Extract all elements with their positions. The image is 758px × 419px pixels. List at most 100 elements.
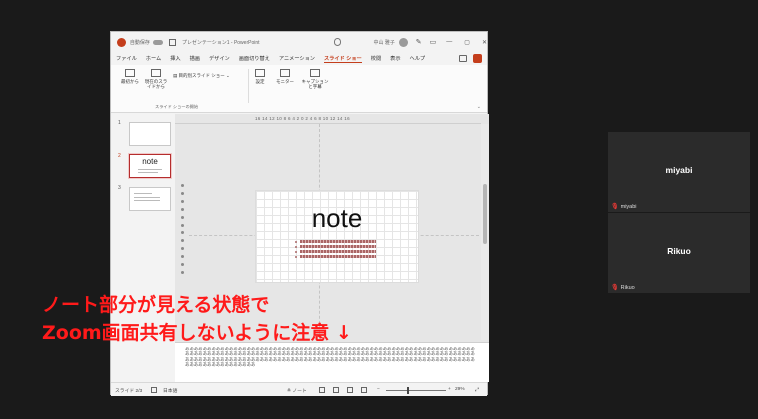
thumbnail-text-line <box>138 169 162 170</box>
warning-annotation-line-2: Zoom画面共有しないように注意 ↓ <box>42 322 352 344</box>
slide-bullet-line <box>300 250 376 253</box>
thumbnail-number: 1 <box>118 120 121 126</box>
tab-transitions[interactable]: 画面切り替え <box>239 55 270 62</box>
zoom-meeting-screen: 自動保存 プレゼンテーション1 - PowerPoint 中山 雅子 ✎ ▭ —… <box>0 0 758 419</box>
ribbon-tabs: ファイル ホーム 挿入 描画 デザイン 画面切り替え アニメーション スライド … <box>111 52 487 65</box>
monitor-button[interactable]: モニター <box>274 69 296 85</box>
from-beginning-label: 最初から <box>121 79 139 84</box>
bullet-icon <box>295 246 297 248</box>
zoom-level[interactable]: 29% <box>455 387 465 392</box>
maximize-icon[interactable]: ▢ <box>464 39 470 46</box>
thumbnail-number: 3 <box>118 185 121 191</box>
participant-name: miyabi <box>665 165 693 175</box>
powerpoint-logo-icon <box>117 37 126 47</box>
comment-icon[interactable] <box>459 55 467 62</box>
tab-design[interactable]: デザイン <box>209 55 230 62</box>
save-icon[interactable] <box>168 38 176 46</box>
from-beginning-button[interactable]: 最初から <box>119 69 141 85</box>
thumbnail-text-line <box>134 193 152 194</box>
pen-icon[interactable]: ✎ <box>416 38 422 46</box>
thumbnail-text-line <box>138 172 158 173</box>
minimize-icon[interactable]: — <box>446 39 452 46</box>
participant-name: Rikuo <box>667 246 691 256</box>
bullet-icon <box>295 256 297 258</box>
slide-bullet-line <box>300 240 376 243</box>
accessibility-icon[interactable] <box>151 387 157 393</box>
ruler-line <box>175 123 481 124</box>
slide-indicator: スライド 2/3 <box>115 389 143 394</box>
mic-muted-icon: 🎙︎ <box>611 204 619 210</box>
slide-sorter-icon[interactable] <box>333 387 339 393</box>
tab-home[interactable]: ホーム <box>146 55 161 62</box>
ribbon-divider <box>248 69 249 103</box>
from-current-button[interactable]: 現在のスライドから <box>143 69 169 89</box>
participant-tile-miyabi[interactable]: miyabi 🎙︎ miyabi <box>608 132 750 212</box>
record-icon[interactable] <box>473 54 482 63</box>
tab-file[interactable]: ファイル <box>116 55 137 62</box>
tab-insert[interactable]: 挿入 <box>170 55 180 62</box>
from-current-label: 現在のスライドから <box>144 79 168 89</box>
participant-label: 🎙︎ miyabi <box>611 203 637 211</box>
setup-icon <box>255 69 265 77</box>
avatar[interactable] <box>398 37 408 47</box>
slide-thumbnail-2[interactable]: note <box>128 153 172 179</box>
language-label[interactable]: 日本語 <box>163 387 177 394</box>
captions-label: キャプションと字幕 <box>301 79 329 89</box>
search-icon[interactable] <box>333 38 342 46</box>
ribbon-display-icon[interactable]: ▭ <box>430 38 437 46</box>
participant-label-text: miyabi <box>620 203 637 210</box>
vertical-ruler <box>181 184 185 274</box>
tab-draw[interactable]: 描画 <box>190 55 200 62</box>
horizontal-ruler: 16 14 12 10 8 6 4 2 0 2 4 6 8 10 12 14 1… <box>255 116 350 121</box>
tab-slide-show[interactable]: スライド ショー <box>323 55 362 63</box>
ribbon: 最初から 現在のスライドから ▤ 目的別スライド ショー ⌄ 設定 モニター キ… <box>111 65 487 113</box>
participant-label: 🎙︎ Rikuo <box>611 284 635 292</box>
document-title: プレゼンテーション1 - PowerPoint <box>181 39 260 46</box>
bullet-icon <box>295 241 297 243</box>
zoom-slider[interactable] <box>386 390 446 391</box>
status-bar: スライド 2/3 日本語 ≙ ノート − + 29% ⤢ <box>111 382 487 396</box>
notes-button[interactable]: ≙ ノート <box>287 387 307 394</box>
captions-button[interactable]: キャプションと字幕 <box>300 69 330 89</box>
custom-show-button[interactable]: ▤ 目的別スライド ショー ⌄ <box>173 73 243 79</box>
setup-button[interactable]: 設定 <box>252 69 268 85</box>
warning-annotation-line-1: ノート部分が見える状態で <box>42 294 270 316</box>
slide-thumbnail-1[interactable] <box>129 122 171 146</box>
title-bar: 自動保存 プレゼンテーション1 - PowerPoint 中山 雅子 ✎ ▭ —… <box>111 32 487 52</box>
slideshow-current-icon <box>151 69 161 77</box>
autosave-toggle[interactable] <box>152 39 163 45</box>
fit-to-window-icon[interactable]: ⤢ <box>475 387 479 393</box>
monitor-icon <box>280 69 290 77</box>
notes-text[interactable]: ああああああああああああああああああああああああああああああああああああああああ… <box>185 347 475 379</box>
zoom-in-icon[interactable]: + <box>448 387 451 392</box>
captions-icon <box>310 69 320 77</box>
slideshow-view-icon[interactable] <box>361 387 367 393</box>
reading-view-icon[interactable] <box>347 387 353 393</box>
collapse-ribbon-icon[interactable]: ⌄ <box>477 104 481 110</box>
custom-show-label: 目的別スライド ショー <box>178 73 225 78</box>
vertical-scrollbar[interactable] <box>481 124 489 340</box>
zoom-slider-handle[interactable] <box>407 387 409 394</box>
close-icon[interactable]: ✕ <box>482 39 487 46</box>
tab-animations[interactable]: アニメーション <box>279 55 315 62</box>
thumbnail-number: 2 <box>118 153 121 159</box>
notes-pane[interactable]: ああああああああああああああああああああああああああああああああああああああああ… <box>175 342 489 382</box>
slide-bullet-line <box>300 245 376 248</box>
tab-help[interactable]: ヘルプ <box>410 55 426 62</box>
tab-view[interactable]: 表示 <box>390 55 400 62</box>
slide-title[interactable]: note <box>256 203 418 234</box>
participant-tile-rikuo[interactable]: Rikuo 🎙︎ Rikuo <box>608 213 750 293</box>
notes-label: ノート <box>292 389 307 394</box>
slide-thumbnail-3[interactable] <box>129 187 171 211</box>
participant-label-text: Rikuo <box>620 284 635 291</box>
thumbnail-text-line <box>134 197 160 198</box>
chevron-down-icon: ⌄ <box>224 73 230 78</box>
zoom-out-icon[interactable]: − <box>377 387 380 392</box>
bullet-icon <box>295 251 297 253</box>
normal-view-icon[interactable] <box>319 387 325 393</box>
thumbnail-title: note <box>142 157 158 166</box>
tab-review[interactable]: 校閲 <box>371 55 381 62</box>
slide-canvas[interactable]: note <box>255 190 419 283</box>
scrollbar-thumb[interactable] <box>483 184 487 244</box>
user-name: 中山 雅子 <box>373 39 395 46</box>
